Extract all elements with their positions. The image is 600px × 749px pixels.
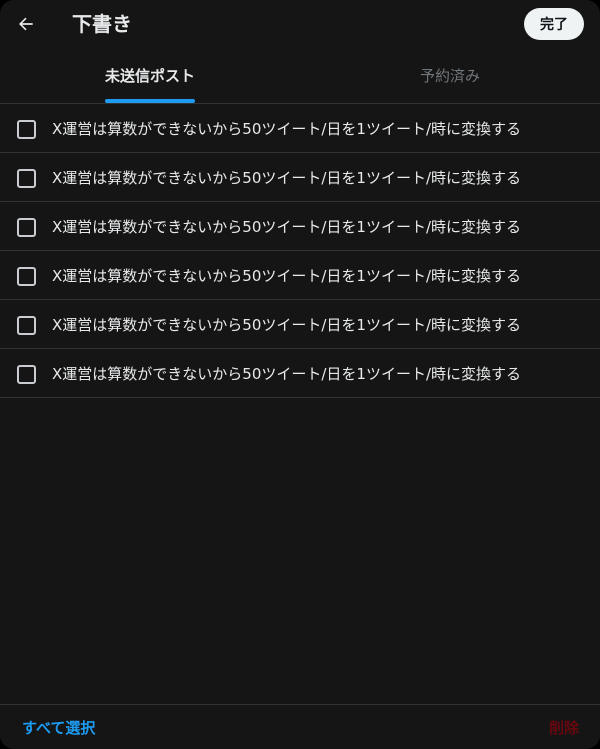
tab-bar: 未送信ポスト 予約済み	[0, 52, 600, 104]
tab-unsent-posts[interactable]: 未送信ポスト	[0, 52, 300, 103]
draft-checkbox[interactable]	[17, 120, 36, 139]
draft-checkbox[interactable]	[17, 267, 36, 286]
draft-checkbox[interactable]	[17, 365, 36, 384]
drafts-dialog: 下書き 完了 未送信ポスト 予約済み X運営は算数ができないから50ツイート/日…	[0, 0, 600, 749]
active-tab-indicator	[105, 99, 195, 103]
draft-row[interactable]: X運営は算数ができないから50ツイート/日を1ツイート/時に変換する	[0, 202, 600, 251]
drafts-list: X運営は算数ができないから50ツイート/日を1ツイート/時に変換する X運営は算…	[0, 104, 600, 398]
draft-checkbox[interactable]	[17, 316, 36, 335]
tab-scheduled[interactable]: 予約済み	[300, 52, 600, 103]
draft-row[interactable]: X運営は算数ができないから50ツイート/日を1ツイート/時に変換する	[0, 104, 600, 153]
draft-text: X運営は算数ができないから50ツイート/日を1ツイート/時に変換する	[52, 218, 522, 236]
draft-row[interactable]: X運営は算数ができないから50ツイート/日を1ツイート/時に変換する	[0, 251, 600, 300]
draft-row[interactable]: X運営は算数ができないから50ツイート/日を1ツイート/時に変換する	[0, 153, 600, 202]
draft-text: X運営は算数ができないから50ツイート/日を1ツイート/時に変換する	[52, 169, 522, 187]
draft-row[interactable]: X運営は算数ができないから50ツイート/日を1ツイート/時に変換する	[0, 349, 600, 398]
draft-text: X運営は算数ができないから50ツイート/日を1ツイート/時に変換する	[52, 120, 522, 138]
back-button[interactable]	[10, 8, 42, 40]
tab-label: 予約済み	[419, 67, 480, 85]
draft-checkbox[interactable]	[17, 218, 36, 237]
page-title: 下書き	[72, 12, 132, 36]
select-all-button[interactable]: すべて選択	[22, 717, 95, 738]
draft-row[interactable]: X運営は算数ができないから50ツイート/日を1ツイート/時に変換する	[0, 300, 600, 349]
delete-button[interactable]: 削除	[549, 717, 579, 738]
draft-checkbox[interactable]	[17, 169, 36, 188]
dialog-header: 下書き 完了	[0, 0, 600, 48]
done-button[interactable]: 完了	[524, 8, 584, 40]
draft-text: X運営は算数ができないから50ツイート/日を1ツイート/時に変換する	[52, 365, 522, 383]
dialog-footer: すべて選択 削除	[0, 704, 600, 749]
draft-text: X運営は算数ができないから50ツイート/日を1ツイート/時に変換する	[52, 267, 522, 285]
draft-text: X運営は算数ができないから50ツイート/日を1ツイート/時に変換する	[52, 316, 522, 334]
tab-label: 未送信ポスト	[104, 67, 195, 85]
arrow-left-icon	[19, 17, 33, 31]
